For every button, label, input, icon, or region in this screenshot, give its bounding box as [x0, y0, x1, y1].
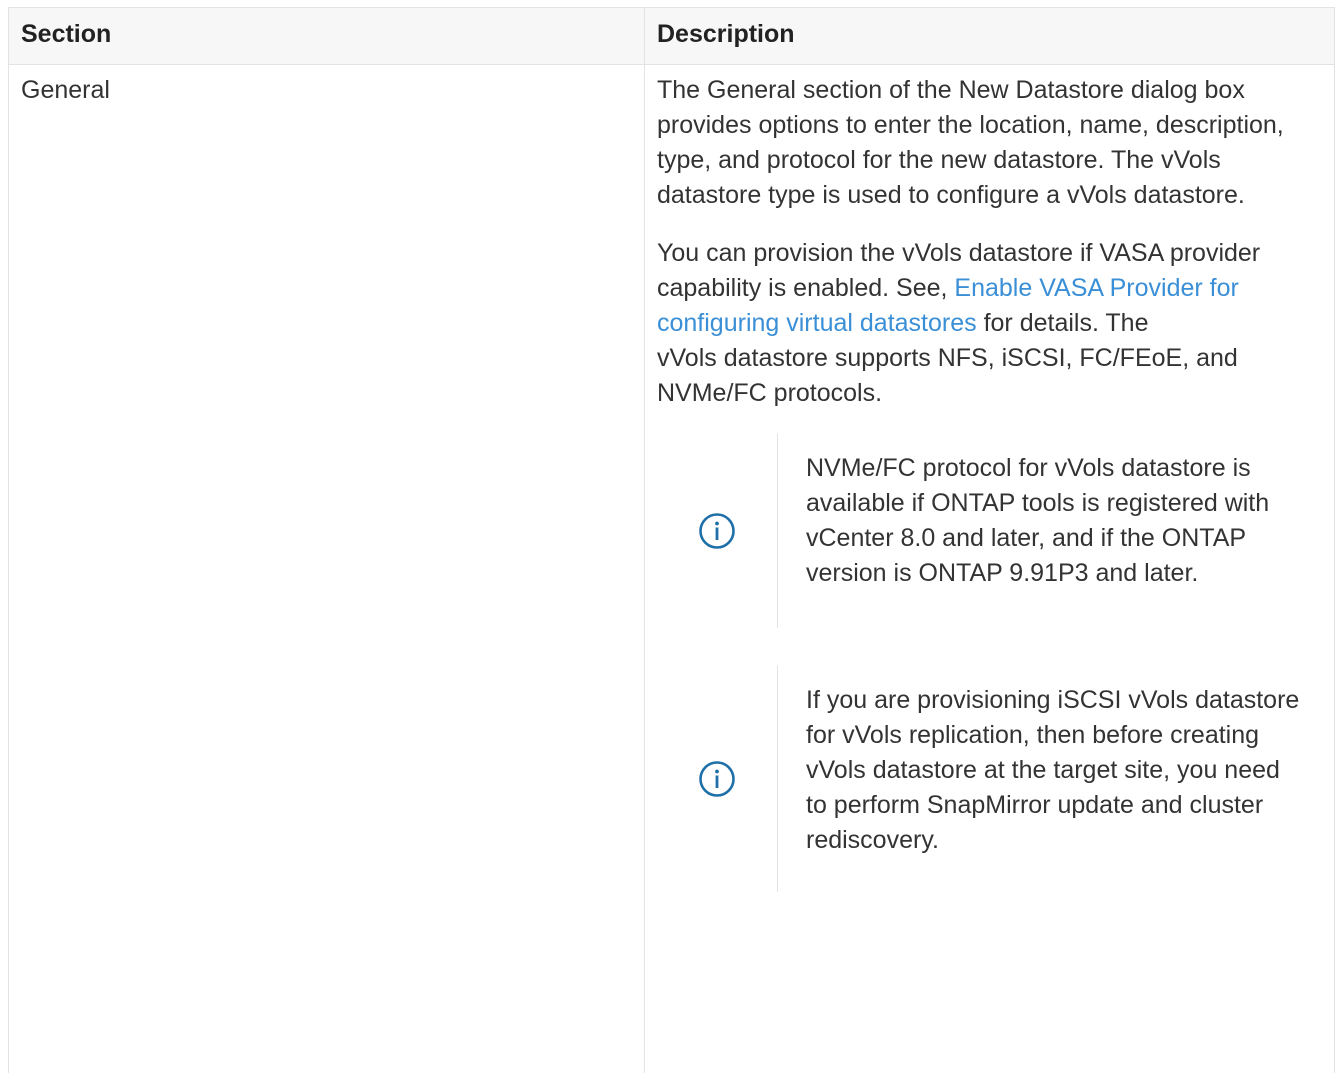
section-cell: General — [9, 65, 645, 1073]
header-description: Description — [645, 8, 1335, 65]
description-cell: The General section of the New Datastore… — [645, 65, 1335, 1073]
table-header-row: Section Description — [9, 8, 1335, 65]
paragraph-2-suffix: for details. The — [977, 309, 1149, 337]
note-icon-column — [657, 666, 778, 892]
table-row: General The General section of the New D… — [9, 65, 1335, 1073]
description-paragraph-1: The General section of the New Datastore… — [657, 73, 1322, 213]
info-icon — [698, 760, 736, 798]
description-paragraph-2: You can provision the vVols datastore if… — [657, 236, 1322, 411]
section-description-table: Section Description General The General … — [8, 7, 1335, 1073]
header-section: Section — [9, 8, 645, 65]
note-admonition: NVMe/FC protocol for vVols datastore is … — [657, 434, 1322, 628]
note-text: If you are provisioning iSCSI vVols data… — [778, 666, 1322, 892]
note-icon-column — [657, 434, 778, 628]
paragraph-2-protocols: vVols datastore supports NFS, iSCSI, FC/… — [657, 344, 1238, 407]
info-icon — [698, 512, 736, 550]
note-admonition: If you are provisioning iSCSI vVols data… — [657, 666, 1322, 892]
note-text: NVMe/FC protocol for vVols datastore is … — [778, 434, 1322, 628]
